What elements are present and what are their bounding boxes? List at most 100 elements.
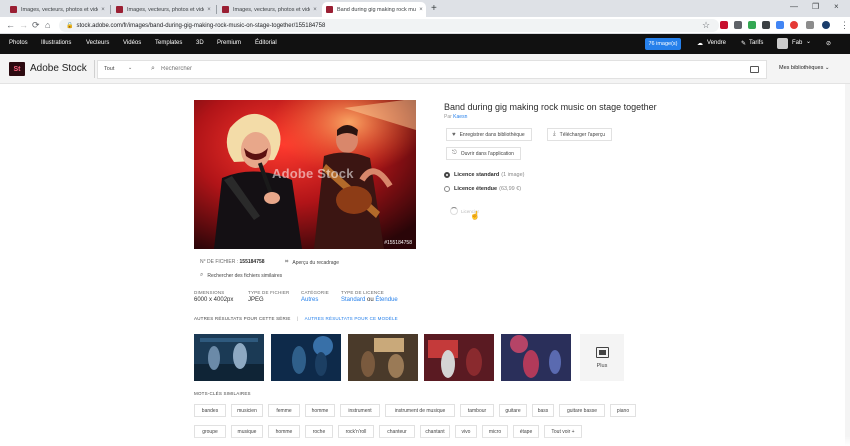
user-name[interactable]: Fab (792, 40, 802, 46)
back-button[interactable]: ← (6, 20, 15, 31)
url-text: stock.adobe.com/fr/images/band-during-gi… (76, 22, 326, 29)
user-avatar[interactable] (777, 38, 788, 49)
filetype-label: Type de fichier (248, 290, 290, 295)
browser-tab[interactable]: Images, vecteurs, photos et vidé × (112, 2, 214, 17)
keyword-chip[interactable]: homme (305, 404, 335, 417)
url-field[interactable]: 🔒 stock.adobe.com/fr/images/band-during-… (59, 19, 719, 32)
forward-button[interactable]: → (19, 20, 28, 31)
similar-files-link[interactable]: ⌕ Rechercher des fichiers similaires (200, 272, 282, 279)
extension-icon[interactable] (776, 21, 784, 29)
bookmark-star-icon[interactable]: ☆ (702, 20, 710, 31)
keyword-chip[interactable]: piano (610, 404, 636, 417)
file-number: N° DE FICHIER : 155184758 (200, 259, 265, 265)
tab-series[interactable]: Autres résultats pour cette série (194, 316, 291, 321)
author-link[interactable]: Kaesn (453, 114, 467, 120)
file-number-label: N° DE FICHIER : (200, 259, 239, 265)
reload-button[interactable]: ⟳ (32, 20, 40, 31)
more-label: Plus (596, 362, 608, 369)
browser-tab-label: Band during gig making rock mus (337, 6, 416, 13)
page-scrollbar[interactable] (845, 84, 850, 446)
crop-preview-label: Aperçu du recadrage (292, 259, 340, 266)
license-extended-option[interactable]: Licence étendue (63,99 €) (444, 186, 521, 192)
profile-avatar[interactable] (822, 21, 830, 29)
my-libraries-button[interactable]: Mes bibliothèques ⌄ (779, 65, 829, 71)
tab-separator (216, 5, 217, 14)
browser-tab[interactable]: Images, vecteurs, photos et vidé × (6, 2, 108, 17)
nav-3d[interactable]: 3D (196, 40, 204, 46)
search-scope-select[interactable]: Tout (104, 66, 114, 72)
license-standard-link[interactable]: Standard (341, 297, 365, 303)
keyword-chip[interactable]: bass (532, 404, 554, 417)
nav-videos[interactable]: Vidéos (123, 40, 141, 46)
tab-separator: | (297, 316, 299, 321)
related-thumbnail[interactable] (271, 334, 341, 381)
keyword-chip[interactable]: guitare basse (559, 404, 605, 417)
radio-selected[interactable] (444, 172, 450, 178)
save-to-library-button[interactable]: ♥ Enregistrer dans bibliothèque (446, 128, 532, 141)
related-thumbnail[interactable] (501, 334, 571, 381)
close-icon[interactable]: × (98, 7, 108, 13)
more-results-button[interactable]: Plus (580, 334, 624, 381)
keyword-chip[interactable]: instrument (340, 404, 380, 417)
nav-premium[interactable]: Premium (217, 40, 241, 46)
pricing-link[interactable]: Tarifs (749, 40, 763, 46)
chevron-down-icon[interactable]: ⌄ (806, 38, 811, 45)
help-icon[interactable]: ⊘ (826, 40, 831, 47)
save-to-library-label: Enregistrer dans bibliothèque (459, 131, 525, 138)
extension-icon[interactable] (734, 21, 742, 29)
minimize-button[interactable]: — (790, 2, 798, 11)
nav-templates[interactable]: Templates (155, 40, 182, 46)
extension-icon[interactable] (806, 21, 814, 29)
home-button[interactable]: ⌂ (45, 20, 50, 31)
close-icon[interactable]: × (416, 7, 426, 13)
byline: Par Kaesn (444, 114, 467, 120)
related-thumbnail[interactable] (424, 334, 494, 381)
asset-photo[interactable]: Adobe Stock #155184758 (194, 100, 416, 249)
brand-name[interactable]: Adobe Stock (30, 63, 87, 74)
adobe-stock-logo[interactable]: St (9, 62, 25, 76)
close-icon[interactable]: × (204, 7, 214, 13)
keyword-chip[interactable]: tambour (460, 404, 494, 417)
extension-icon[interactable] (720, 21, 728, 29)
filetype-value: JPEG (248, 297, 264, 303)
download-preview-button[interactable]: ⤓ Télécharger l'aperçu (547, 128, 613, 141)
new-tab-button[interactable]: + (431, 3, 437, 15)
license-or: ou (367, 297, 374, 303)
related-thumbnail[interactable] (194, 334, 264, 381)
keyword-chip[interactable]: femme (268, 404, 300, 417)
browser-menu-icon[interactable]: ⋮ (840, 20, 849, 31)
license-extended-link[interactable]: Étendue (375, 297, 397, 303)
chevron-down-icon[interactable]: ⌄ (128, 65, 132, 71)
keyword-chip[interactable]: guitare (499, 404, 527, 417)
radio-unselected[interactable] (444, 186, 450, 192)
browser-tab[interactable]: Images, vecteurs, photos et vidé × (218, 2, 320, 17)
crop-preview-link[interactable]: ⌗ Aperçu du recadrage (285, 259, 339, 266)
extension-icon[interactable] (790, 21, 798, 29)
extension-icon[interactable] (748, 21, 756, 29)
file-number-value: 155184758 (239, 259, 265, 265)
tab-model[interactable]: Autres résultats pour ce modèle (305, 316, 398, 321)
maximize-button[interactable]: ❐ (812, 2, 819, 11)
heart-icon: ♥ (452, 131, 456, 138)
camera-icon[interactable] (750, 66, 759, 73)
browser-tab-active[interactable]: Band during gig making rock mus × (322, 2, 426, 17)
nav-vecteurs[interactable]: Vecteurs (86, 40, 109, 46)
window-close-button[interactable]: × (834, 2, 839, 11)
related-thumbnail[interactable] (348, 334, 418, 381)
keyword-chip[interactable]: musicien (231, 404, 263, 417)
keyword-chip[interactable]: instrument de musique (385, 404, 455, 417)
search-input[interactable] (161, 66, 661, 72)
nav-illustrations[interactable]: Illustrations (41, 40, 71, 46)
sell-link[interactable]: Vendre (707, 40, 726, 46)
extension-icon[interactable] (762, 21, 770, 29)
category-link[interactable]: Autres (301, 297, 318, 303)
close-icon[interactable]: × (310, 7, 320, 13)
keyword-chip[interactable]: bandes (194, 404, 226, 417)
asset-title: Band during gig making rock music on sta… (444, 102, 657, 112)
nav-photos[interactable]: Photos (9, 40, 28, 46)
images-count-button[interactable]: 76 image(s) (645, 38, 681, 50)
open-in-app-button[interactable]: ⎋ Ouvrir dans l'application (446, 147, 521, 160)
nav-editorial[interactable]: Éditorial (255, 40, 277, 46)
category-label: Catégorie (301, 290, 329, 295)
license-standard-option[interactable]: Licence standard (1 image) (444, 172, 524, 178)
